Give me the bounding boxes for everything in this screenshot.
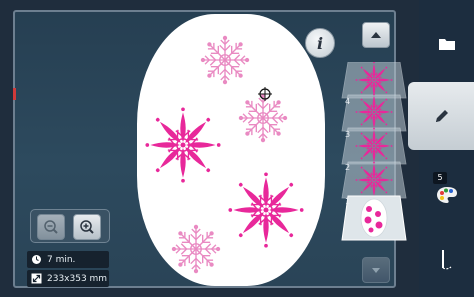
zoom-out-icon	[44, 220, 58, 234]
info-label: i	[316, 33, 324, 53]
triangle-up-icon	[371, 32, 381, 38]
needle-icon	[441, 250, 451, 270]
zoom-controls	[30, 209, 110, 243]
scroll-down-button[interactable]	[362, 257, 390, 283]
palette-icon	[436, 186, 457, 203]
layer-number-1: 1	[345, 197, 351, 206]
layer-number-4: 4	[345, 97, 351, 106]
triangle-down-icon	[372, 267, 380, 273]
folder-button[interactable]	[419, 26, 474, 60]
embroidery-design[interactable]	[137, 14, 325, 286]
layer-number-2: 2	[345, 163, 351, 172]
scroll-up-button[interactable]	[362, 22, 390, 48]
layer-4[interactable]	[341, 62, 407, 98]
stitch-time-row: 7 min.	[27, 251, 109, 268]
layer-3[interactable]	[341, 94, 407, 132]
clock-icon	[32, 255, 41, 264]
edit-tab[interactable]	[408, 82, 474, 150]
resize-icon	[31, 273, 42, 284]
stitch-time-value: 7 min.	[47, 254, 76, 265]
snowflake-motif-left[interactable]	[145, 107, 220, 182]
zoom-in-button[interactable]	[73, 214, 101, 240]
needle-button[interactable]	[419, 240, 474, 280]
crosshair-icon	[258, 87, 272, 101]
snowflake-motif-top[interactable]	[201, 36, 248, 83]
layer-stack[interactable]	[340, 62, 410, 242]
color-count-badge: 5	[433, 172, 447, 184]
design-size-value: 233x353 mm	[47, 273, 108, 284]
zoom-in-icon	[80, 220, 94, 234]
folder-icon	[438, 38, 455, 50]
pencil-icon	[436, 110, 448, 122]
info-button[interactable]: i	[305, 28, 335, 58]
hoop-marker	[13, 88, 16, 100]
embroidery-screen: i 7 min. 233x353 mm 4 3 2 1 5	[0, 0, 474, 297]
snowflake-motif-right[interactable]	[239, 94, 286, 141]
layer-2[interactable]	[341, 128, 407, 165]
layer-1-overview[interactable]	[341, 162, 407, 241]
snowflake-motif-bottom-left[interactable]	[172, 225, 219, 272]
design-size-row: 233x353 mm	[27, 270, 109, 287]
zoom-out-button[interactable]	[37, 214, 65, 240]
layer-number-3: 3	[345, 130, 351, 139]
hoop-area[interactable]	[137, 14, 325, 286]
snowflake-motif-bottom-right[interactable]	[228, 172, 303, 247]
